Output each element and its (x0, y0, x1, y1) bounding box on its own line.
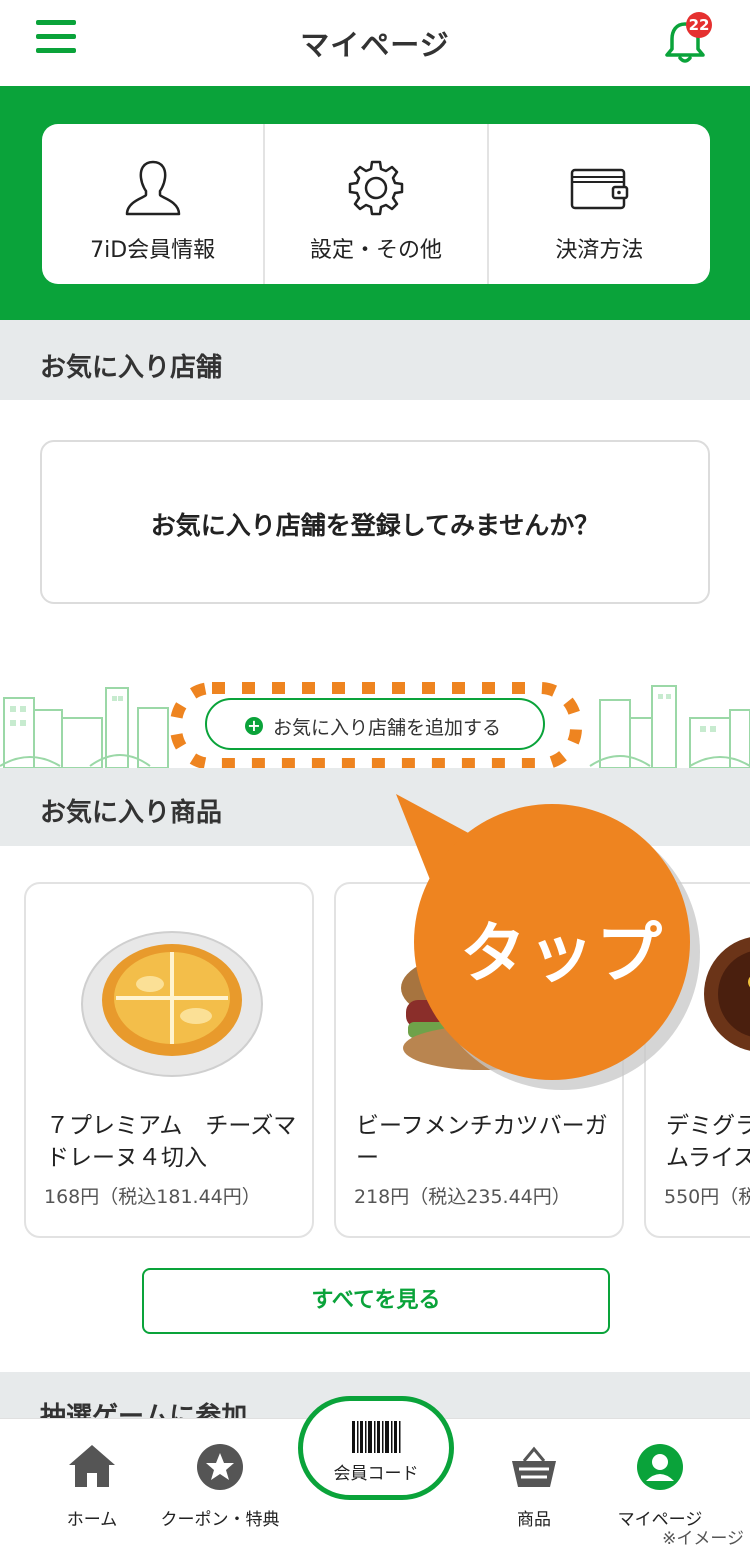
product-image (81, 931, 263, 1077)
app-header: マイページ 22 (0, 0, 750, 86)
quick-menu: 7iD会員情報 設定・その他 決済方法 (42, 124, 710, 284)
basket-icon (512, 1446, 556, 1487)
star-coupon-icon (197, 1444, 243, 1490)
nav-home-label: ホーム (66, 1510, 118, 1530)
home-icon (69, 1445, 115, 1487)
favorite-stores-empty-box: お気に入り店舗を登録してみませんか？ (40, 440, 710, 604)
nav-coupons-label: クーポン・特典 (160, 1510, 280, 1530)
product-name: デミグラスハンバーグオムライス (666, 1113, 750, 1171)
page-title: マイページ (300, 28, 450, 62)
mypage-person-icon (637, 1444, 683, 1490)
settings-button[interactable]: 設定・その他 (263, 124, 486, 284)
favorite-stores-title: お気に入り店舗 (40, 353, 223, 383)
see-all-button[interactable]: すべてを見る (142, 1268, 610, 1334)
product-card[interactable]: ７プレミアム チーズマドレーヌ４切入 168円（税込181.44円） (24, 882, 314, 1238)
person-icon (125, 160, 180, 216)
barcode-icon (352, 1421, 401, 1453)
settings-label: 設定・その他 (309, 238, 442, 263)
product-name: ７プレミアム チーズマドレーヌ４切入 (46, 1113, 297, 1171)
nav-coupons[interactable]: クーポン・特典 (150, 1419, 290, 1550)
payment-method-button[interactable]: 決済方法 (486, 124, 710, 284)
nav-home[interactable]: ホーム (52, 1419, 132, 1550)
dotted-highlight-frame (170, 682, 582, 770)
favorite-products-title: お気に入り商品 (40, 798, 223, 828)
notification-badge: 22 (686, 12, 712, 38)
tap-callout-text: タップ (460, 915, 664, 992)
product-price: 550円（税込594円） (664, 1186, 750, 1208)
wallet-icon (571, 168, 629, 210)
nav-products-label: 商品 (517, 1510, 551, 1530)
image-note: ※イメージ (662, 1529, 744, 1549)
member-info-button[interactable]: 7iD会員情報 (42, 124, 263, 284)
member-code-button[interactable]: 会員コード (298, 1396, 454, 1500)
favorite-stores-header: お気に入り店舗 (0, 320, 750, 400)
product-price: 218円（税込235.44円） (354, 1186, 571, 1208)
member-code-label: 会員コード (333, 1464, 419, 1484)
member-info-label: 7iD会員情報 (90, 238, 216, 263)
product-price: 168円（税込181.44円） (44, 1186, 261, 1208)
product-name: ビーフメンチカツバーガー (356, 1113, 608, 1171)
favorite-stores-prompt: お気に入り店舗を登録してみませんか？ (150, 511, 600, 540)
gear-icon (348, 160, 404, 216)
nav-products[interactable]: 商品 (494, 1419, 574, 1550)
payment-method-label: 決済方法 (555, 238, 644, 263)
